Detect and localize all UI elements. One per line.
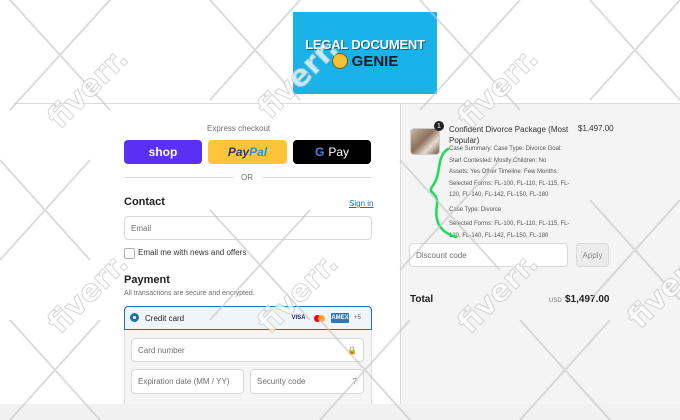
detail-line: Case Summary: Case Type: Divorce Goal: xyxy=(449,146,562,152)
apply-button[interactable]: Apply xyxy=(576,243,609,267)
detail-line: Selected Forms: FL-100, FL-110, FL-115, … xyxy=(449,221,570,239)
brand-logo[interactable]: LEGAL DOCUMENT GENIE xyxy=(293,12,437,94)
detail-line: Start Contested: Mostly Children: No xyxy=(449,157,547,164)
total-label: Total xyxy=(410,294,434,305)
or-divider-left xyxy=(124,177,234,178)
or-divider-right xyxy=(262,177,372,178)
brand-line-2: GENIE xyxy=(331,52,399,70)
or-separator: OR xyxy=(241,173,253,182)
card-number-placeholder: Card number xyxy=(138,345,185,355)
discount-placeholder: Discount code xyxy=(416,250,467,260)
google-pay-button[interactable]: G Pay xyxy=(293,140,371,164)
newsletter-label: Email me with news and offers xyxy=(138,248,247,257)
credit-card-radio[interactable] xyxy=(130,313,139,322)
lock-icon: 🔒 xyxy=(347,346,357,355)
paypal-button[interactable]: Pay Pal xyxy=(208,140,287,164)
google-g-icon: G xyxy=(314,145,325,159)
green-bracket-annotation xyxy=(429,147,458,239)
mastercard-icon xyxy=(312,313,327,323)
visa-icon: VISA xyxy=(291,315,306,321)
card-number-field[interactable]: Card number 🔒 xyxy=(131,338,364,362)
security-placeholder: Security code xyxy=(257,377,306,386)
payment-heading: Payment xyxy=(124,274,170,286)
product-details: Case Summary: Case Type: Divorce Goal: S… xyxy=(449,144,574,242)
paypal-text-a: Pay xyxy=(227,145,250,159)
brand-name: GENIE xyxy=(351,52,399,70)
total-amount: $1,497.00 xyxy=(565,294,610,305)
help-icon[interactable]: ? xyxy=(353,377,357,386)
expiry-placeholder: Expiration date (MM / YY) xyxy=(138,377,230,386)
quantity-badge: 1 xyxy=(434,121,444,131)
total-currency: USD xyxy=(549,298,562,304)
more-cards-badge: +5 xyxy=(354,315,361,321)
discount-code-field[interactable]: Discount code xyxy=(409,243,568,267)
amex-icon: AMEX xyxy=(331,313,349,323)
footer-bar xyxy=(0,404,680,420)
email-field[interactable]: Email xyxy=(124,216,372,240)
sign-in-link[interactable]: Sign in xyxy=(349,199,373,208)
credit-card-label: Credit card xyxy=(145,314,185,323)
gpay-text: Pay xyxy=(328,145,350,159)
email-placeholder: Email xyxy=(131,223,152,233)
express-checkout-label: Express checkout xyxy=(207,124,271,133)
contact-heading: Contact xyxy=(124,196,165,208)
brand-line-1: LEGAL DOCUMENT xyxy=(305,36,425,52)
paypal-text-b: Pal xyxy=(249,145,268,159)
detail-line: Case Type: Divorce xyxy=(449,206,502,213)
store-header: LEGAL DOCUMENT GENIE xyxy=(0,0,680,103)
product-name: Confident Divorce Package (Most Popular) xyxy=(449,125,569,145)
detail-line: Selected Forms: FL-100, FL-110, FL-115, … xyxy=(449,180,570,199)
shop-pay-button[interactable]: shop xyxy=(124,140,202,164)
product-price: $1,497.00 xyxy=(578,124,614,133)
genie-icon xyxy=(331,53,348,69)
security-code-field[interactable]: Security code? xyxy=(250,369,364,394)
payment-subtitle: All transactions are secure and encrypte… xyxy=(124,290,255,297)
expiration-date-field[interactable]: Expiration date (MM / YY) xyxy=(131,369,244,394)
detail-line: Assets: Yes Other Timeline: Few Months xyxy=(449,169,557,175)
newsletter-checkbox[interactable] xyxy=(124,248,135,259)
